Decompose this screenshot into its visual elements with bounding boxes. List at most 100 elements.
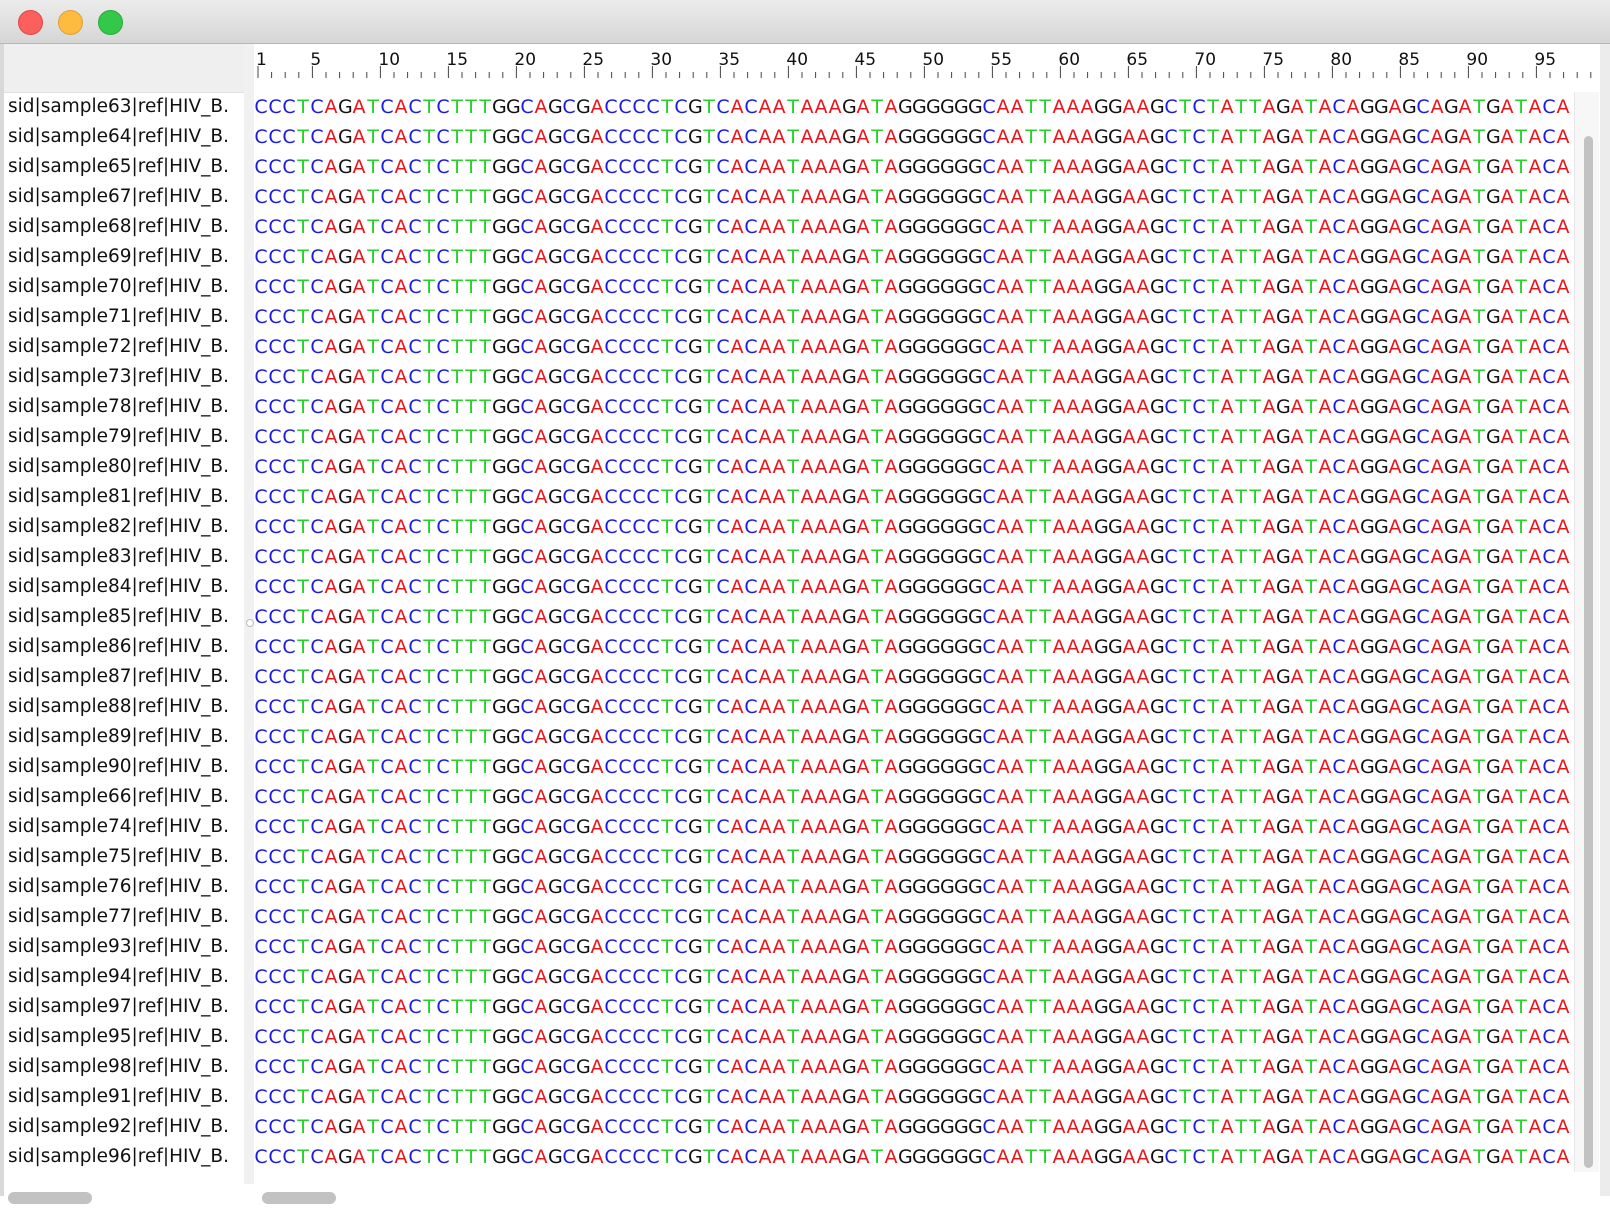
sequence-name[interactable]: sid|sample93|ref|HIV_B. <box>4 932 244 962</box>
sequence-name[interactable]: sid|sample73|ref|HIV_B. <box>4 362 244 392</box>
base: G <box>576 336 591 358</box>
sequence-row[interactable]: CCCTCAGATCACTCT T TGGCAGCGACCCCTCGTCACAATA… <box>254 842 1574 872</box>
base: A <box>758 1026 772 1048</box>
sequence-row[interactable]: CCCTCAGATCACTCT T TGGCAGCGACCCCTCGTCACAATA… <box>254 122 1574 152</box>
sequence-row[interactable]: CCCTCAGATCACTCT T TGGCAGCGACCCCTCGTCACAATA… <box>254 362 1574 392</box>
sequence-row[interactable]: CCCTCAGATCACTCT T TGGCAGCGACCCCTCGTCACAATA… <box>254 512 1574 542</box>
sequence-name[interactable]: sid|sample72|ref|HIV_B. <box>4 332 244 362</box>
base: A <box>352 876 366 898</box>
sequence-row[interactable]: CCCTCAGATCACTCT T TGGCAGCGACCCCTCGTCACAATA… <box>254 812 1574 842</box>
sequence-row[interactable]: CCCTCAGATCACTCT T TGGCAGCGACCCCTCGTCACAATA… <box>254 452 1574 482</box>
sequence-row[interactable]: CCCTCAGATCACTCT T TGGCAGCGACCCCTCGTCACAATA… <box>254 392 1574 422</box>
sequence-name[interactable]: sid|sample95|ref|HIV_B. <box>4 1022 244 1052</box>
base: A <box>1528 606 1542 628</box>
sequence-row[interactable]: CCCTCAGATCACTCT T TGGCAGCGACCCCTCGTCACAATA… <box>254 872 1574 902</box>
sequence-name[interactable]: sid|sample83|ref|HIV_B. <box>4 542 244 572</box>
base: G <box>842 996 857 1018</box>
base: A <box>828 966 842 988</box>
sequence-row[interactable]: CCCTCAGATCACTCT T TGGCAGCGACCCCTCGTCACAATA… <box>254 1022 1574 1052</box>
sequence-row[interactable]: CCCTCAGATCACTCT T TGGCAGCGACCCCTCGTCACAATA… <box>254 932 1574 962</box>
sequence-name[interactable]: sid|sample66|ref|HIV_B. <box>4 782 244 812</box>
splitter-handle-icon[interactable] <box>246 619 254 627</box>
sequence-name[interactable]: sid|sample78|ref|HIV_B. <box>4 392 244 422</box>
window-titlebar[interactable] <box>0 0 1610 44</box>
base: G <box>1486 486 1501 508</box>
sequence-name[interactable]: sid|sample79|ref|HIV_B. <box>4 422 244 452</box>
sequence-row[interactable]: CCCTCAGATCACTCT T TGGCAGCGACCCCTCGTCACAATA… <box>254 752 1574 782</box>
sequence-name[interactable]: sid|sample64|ref|HIV_B. <box>4 122 244 152</box>
sequence-name[interactable]: sid|sample84|ref|HIV_B. <box>4 572 244 602</box>
sequence-name[interactable]: sid|sample70|ref|HIV_B. <box>4 272 244 302</box>
sequence-row[interactable]: CCCTCAGATCACTCT T TGGCAGCGACCCCTCGTCACAATA… <box>254 1112 1574 1142</box>
sequence-row[interactable]: CCCTCAGATCACTCT T TGGCAGCGACCCCTCGTCACAATA… <box>254 92 1574 122</box>
base: T <box>871 1026 883 1048</box>
base: T <box>451 846 463 868</box>
sequence-row[interactable]: CCCTCAGATCACTCT T TGGCAGCGACCCCTCGTCACAATA… <box>254 422 1574 452</box>
sequence-name[interactable]: sid|sample97|ref|HIV_B. <box>4 992 244 1022</box>
alignment-grid[interactable]: CCCTCAGATCACTCT T TGGCAGCGACCCCTCGTCACAATA… <box>254 92 1574 1220</box>
sequence-row[interactable]: CCCTCAGATCACTCT T TGGCAGCGACCCCTCGTCACAATA… <box>254 662 1574 692</box>
sequence-name[interactable]: sid|sample77|ref|HIV_B. <box>4 902 244 932</box>
sequence-name[interactable]: sid|sample71|ref|HIV_B. <box>4 302 244 332</box>
base: C <box>1332 1056 1346 1078</box>
close-icon[interactable] <box>18 10 43 35</box>
sequence-name[interactable]: sid|sample91|ref|HIV_B. <box>4 1082 244 1112</box>
base: A <box>1052 1026 1066 1048</box>
base: G <box>1150 786 1165 808</box>
sequence-row[interactable]: CCCTCAGATCACTCT T TGGCAGCGACCCCTCGTCACAATA… <box>254 992 1574 1022</box>
names-horizontal-scrollbar-thumb[interactable] <box>8 1192 92 1204</box>
sequence-name[interactable]: sid|sample98|ref|HIV_B. <box>4 1052 244 1082</box>
sequence-row[interactable]: CCCTCAGATCACTCT T TGGCAGCGACCCCTCGTCACAATA… <box>254 272 1574 302</box>
sequence-row[interactable]: CCCTCAGATCACTCT T TGGCAGCGACCCCTCGTCACAATA… <box>254 1142 1574 1172</box>
sequence-name[interactable]: sid|sample86|ref|HIV_B. <box>4 632 244 662</box>
sequence-name[interactable]: sid|sample80|ref|HIV_B. <box>4 452 244 482</box>
sequence-name[interactable]: sid|sample76|ref|HIV_B. <box>4 872 244 902</box>
sequence-row[interactable]: CCCTCAGATCACTCT T TGGCAGCGACCCCTCGTCACAATA… <box>254 572 1574 602</box>
sequence-name[interactable]: sid|sample75|ref|HIV_B. <box>4 842 244 872</box>
sequence-name[interactable]: sid|sample90|ref|HIV_B. <box>4 752 244 782</box>
sequence-horizontal-scrollbar-thumb[interactable] <box>262 1192 336 1204</box>
sequence-name[interactable]: sid|sample88|ref|HIV_B. <box>4 692 244 722</box>
sequence-row[interactable]: CCCTCAGATCACTCT T TGGCAGCGACCCCTCGTCACAATA… <box>254 542 1574 572</box>
sequence-row[interactable]: CCCTCAGATCACTCT T TGGCAGCGACCCCTCGTCACAATA… <box>254 182 1574 212</box>
sequence-name[interactable]: sid|sample68|ref|HIV_B. <box>4 212 244 242</box>
sequence-row[interactable]: CCCTCAGATCACTCT T TGGCAGCGACCCCTCGTCACAATA… <box>254 902 1574 932</box>
sequence-name[interactable]: sid|sample65|ref|HIV_B. <box>4 152 244 182</box>
sequence-name[interactable]: sid|sample74|ref|HIV_B. <box>4 812 244 842</box>
base: G <box>492 696 507 718</box>
base: C <box>674 636 688 658</box>
sequence-row[interactable]: CCCTCAGATCACTCT T TGGCAGCGACCCCTCGTCACAATA… <box>254 782 1574 812</box>
maximize-icon[interactable] <box>98 10 123 35</box>
sequence-row[interactable]: CCCTCAGATCACTCT T TGGCAGCGACCCCTCGTCACAATA… <box>254 1052 1574 1082</box>
sequence-row[interactable]: CCCTCAGATCACTCT T TGGCAGCGACCCCTCGTCACAATA… <box>254 302 1574 332</box>
sequence-row[interactable]: CCCTCAGATCACTCT T TGGCAGCGACCCCTCGTCACAATA… <box>254 1082 1574 1112</box>
sequence-row[interactable]: CCCTCAGATCACTCT T TGGCAGCGACCCCTCGTCACAATA… <box>254 242 1574 272</box>
sequence-row[interactable]: CCCTCAGATCACTCT T TGGCAGCGACCCCTCGTCACAATA… <box>254 632 1574 662</box>
sequence-row[interactable]: CCCTCAGATCACTCT T TGGCAGCGACCCCTCGTCACAATA… <box>254 482 1574 512</box>
base: T <box>1235 576 1247 598</box>
sequence-name[interactable]: sid|sample82|ref|HIV_B. <box>4 512 244 542</box>
sequence-name[interactable]: sid|sample87|ref|HIV_B. <box>4 662 244 692</box>
base: C <box>604 336 618 358</box>
sequence-name[interactable]: sid|sample94|ref|HIV_B. <box>4 962 244 992</box>
base: C <box>1416 936 1430 958</box>
sequence-name[interactable]: sid|sample89|ref|HIV_B. <box>4 722 244 752</box>
sequence-row[interactable]: CCCTCAGATCACTCT T TGGCAGCGACCCCTCGTCACAATA… <box>254 692 1574 722</box>
base: A <box>856 396 870 418</box>
sequence-name[interactable]: sid|sample81|ref|HIV_B. <box>4 482 244 512</box>
base: G <box>940 1086 955 1108</box>
sequence-row[interactable]: CCCTCAGATCACTCT T TGGCAGCGACCCCTCGTCACAATA… <box>254 722 1574 752</box>
sequence-row[interactable]: CCCTCAGATCACTCT T TGGCAGCGACCCCTCGTCACAATA… <box>254 212 1574 242</box>
sequence-name[interactable]: sid|sample63|ref|HIV_B. <box>4 92 244 122</box>
sequence-name[interactable]: sid|sample92|ref|HIV_B. <box>4 1112 244 1142</box>
sequence-name[interactable]: sid|sample67|ref|HIV_B. <box>4 182 244 212</box>
vertical-scrollbar-thumb[interactable] <box>1584 136 1593 1168</box>
sequence-name[interactable]: sid|sample69|ref|HIV_B. <box>4 242 244 272</box>
sequence-row[interactable]: CCCTCAGATCACTCT T TGGCAGCGACCCCTCGTCACAATA… <box>254 332 1574 362</box>
sequence-row[interactable]: CCCTCAGATCACTCT T TGGCAGCGACCCCTCGTCACAATA… <box>254 602 1574 632</box>
minimize-icon[interactable] <box>58 10 83 35</box>
sequence-name[interactable]: sid|sample85|ref|HIV_B. <box>4 602 244 632</box>
sequence-name[interactable]: sid|sample96|ref|HIV_B. <box>4 1142 244 1172</box>
sequence-row[interactable]: CCCTCAGATCACTCT T TGGCAGCGACCCCTCGTCACAATA… <box>254 962 1574 992</box>
sequence-row[interactable]: CCCTCAGATCACTCT T TGGCAGCGACCCCTCGTCACAATA… <box>254 152 1574 182</box>
